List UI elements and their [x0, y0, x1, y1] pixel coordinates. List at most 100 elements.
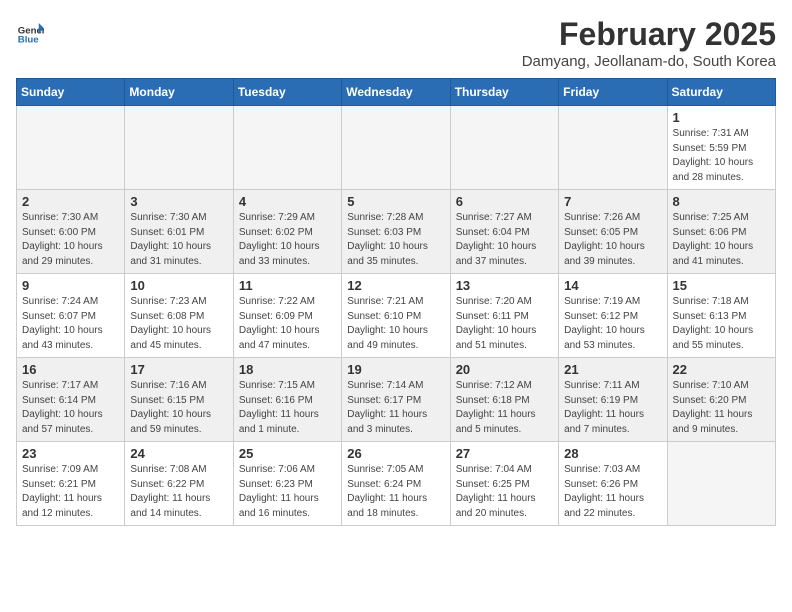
- day-number: 21: [564, 362, 661, 377]
- logo: General Blue: [16, 16, 48, 44]
- calendar-cell: 24 Sunrise: 7:08 AM Sunset: 6:22 PM Dayli…: [125, 442, 233, 526]
- calendar-cell: 23 Sunrise: 7:09 AM Sunset: 6:21 PM Dayli…: [17, 442, 125, 526]
- location: Damyang, Jeollanam-do, South Korea: [522, 53, 776, 70]
- svg-text:Blue: Blue: [18, 34, 39, 44]
- calendar-cell: 17 Sunrise: 7:16 AM Sunset: 6:15 PM Dayli…: [125, 358, 233, 442]
- day-info: Sunrise: 7:29 AM Sunset: 6:02 PM Dayligh…: [239, 211, 336, 269]
- day-number: 1: [673, 110, 770, 125]
- day-number: 2: [22, 194, 119, 209]
- day-number: 25: [239, 446, 336, 461]
- day-info: Sunrise: 7:25 AM Sunset: 6:06 PM Dayligh…: [673, 211, 770, 269]
- day-number: 28: [564, 446, 661, 461]
- day-number: 23: [22, 446, 119, 461]
- calendar-cell: 1 Sunrise: 7:31 AM Sunset: 5:59 PM Daylig…: [667, 106, 775, 190]
- calendar-cell: 25 Sunrise: 7:06 AM Sunset: 6:23 PM Dayli…: [233, 442, 341, 526]
- day-number: 18: [239, 362, 336, 377]
- day-number: 11: [239, 278, 336, 293]
- day-number: 19: [347, 362, 444, 377]
- calendar-cell: 26 Sunrise: 7:05 AM Sunset: 6:24 PM Dayli…: [342, 442, 450, 526]
- calendar-cell: 28Sunrise: 7:03 AM Sunset: 6:26 PM Dayli…: [559, 442, 667, 526]
- day-number: 26: [347, 446, 444, 461]
- calendar-cell: 8 Sunrise: 7:25 AM Sunset: 6:06 PM Daylig…: [667, 190, 775, 274]
- day-info: Sunrise: 7:30 AM Sunset: 6:00 PM Dayligh…: [22, 211, 119, 269]
- calendar-week-row: 2 Sunrise: 7:30 AM Sunset: 6:00 PM Daylig…: [17, 190, 776, 274]
- day-info: Sunrise: 7:20 AM Sunset: 6:11 PM Dayligh…: [456, 295, 553, 353]
- calendar-cell: 13Sunrise: 7:20 AM Sunset: 6:11 PM Dayli…: [450, 274, 558, 358]
- calendar-cell: 10 Sunrise: 7:23 AM Sunset: 6:08 PM Dayli…: [125, 274, 233, 358]
- calendar-cell: 7Sunrise: 7:26 AM Sunset: 6:05 PM Daylig…: [559, 190, 667, 274]
- day-info: Sunrise: 7:05 AM Sunset: 6:24 PM Dayligh…: [347, 463, 444, 521]
- day-number: 9: [22, 278, 119, 293]
- calendar-cell: [233, 106, 341, 190]
- col-header-friday: Friday: [559, 79, 667, 106]
- day-number: 3: [130, 194, 227, 209]
- day-number: 6: [456, 194, 553, 209]
- day-number: 7: [564, 194, 661, 209]
- calendar-cell: 14 Sunrise: 7:19 AM Sunset: 6:12 PM Dayli…: [559, 274, 667, 358]
- day-number: 24: [130, 446, 227, 461]
- day-info: Sunrise: 7:30 AM Sunset: 6:01 PM Dayligh…: [130, 211, 227, 269]
- calendar-cell: [450, 106, 558, 190]
- day-number: 10: [130, 278, 227, 293]
- day-number: 27: [456, 446, 553, 461]
- calendar-cell: [125, 106, 233, 190]
- day-number: 22: [673, 362, 770, 377]
- calendar-cell: 19 Sunrise: 7:14 AM Sunset: 6:17 PM Dayli…: [342, 358, 450, 442]
- day-number: 16: [22, 362, 119, 377]
- calendar-cell: 4 Sunrise: 7:29 AM Sunset: 6:02 PM Daylig…: [233, 190, 341, 274]
- day-number: 14: [564, 278, 661, 293]
- day-number: 8: [673, 194, 770, 209]
- day-info: Sunrise: 7:23 AM Sunset: 6:08 PM Dayligh…: [130, 295, 227, 353]
- day-number: 12: [347, 278, 444, 293]
- day-info: Sunrise: 7:22 AM Sunset: 6:09 PM Dayligh…: [239, 295, 336, 353]
- day-info: Sunrise: 7:31 AM Sunset: 5:59 PM Dayligh…: [673, 127, 770, 185]
- day-number: 20: [456, 362, 553, 377]
- day-info: Sunrise: 7:16 AM Sunset: 6:15 PM Dayligh…: [130, 379, 227, 437]
- calendar-cell: [342, 106, 450, 190]
- calendar-cell: 11 Sunrise: 7:22 AM Sunset: 6:09 PM Dayli…: [233, 274, 341, 358]
- day-number: 4: [239, 194, 336, 209]
- calendar-cell: 12 Sunrise: 7:21 AM Sunset: 6:10 PM Dayli…: [342, 274, 450, 358]
- calendar-week-row: 23 Sunrise: 7:09 AM Sunset: 6:21 PM Dayli…: [17, 442, 776, 526]
- day-info: Sunrise: 7:24 AM Sunset: 6:07 PM Dayligh…: [22, 295, 119, 353]
- day-info: Sunrise: 7:14 AM Sunset: 6:17 PM Dayligh…: [347, 379, 444, 437]
- calendar-cell: 16 Sunrise: 7:17 AM Sunset: 6:14 PM Dayli…: [17, 358, 125, 442]
- day-number: 17: [130, 362, 227, 377]
- day-info: Sunrise: 7:27 AM Sunset: 6:04 PM Dayligh…: [456, 211, 553, 269]
- col-header-tuesday: Tuesday: [233, 79, 341, 106]
- calendar-cell: 6 Sunrise: 7:27 AM Sunset: 6:04 PM Daylig…: [450, 190, 558, 274]
- col-header-thursday: Thursday: [450, 79, 558, 106]
- calendar-cell: 9 Sunrise: 7:24 AM Sunset: 6:07 PM Daylig…: [17, 274, 125, 358]
- day-info: Sunrise: 7:06 AM Sunset: 6:23 PM Dayligh…: [239, 463, 336, 521]
- day-number: 15: [673, 278, 770, 293]
- calendar-week-row: 1 Sunrise: 7:31 AM Sunset: 5:59 PM Daylig…: [17, 106, 776, 190]
- day-info: Sunrise: 7:10 AM Sunset: 6:20 PM Dayligh…: [673, 379, 770, 437]
- logo-icon: General Blue: [16, 16, 44, 44]
- calendar-cell: [559, 106, 667, 190]
- calendar-cell: 15 Sunrise: 7:18 AM Sunset: 6:13 PM Dayli…: [667, 274, 775, 358]
- calendar-cell: 3 Sunrise: 7:30 AM Sunset: 6:01 PM Daylig…: [125, 190, 233, 274]
- calendar-cell: 27 Sunrise: 7:04 AM Sunset: 6:25 PM Dayli…: [450, 442, 558, 526]
- day-info: Sunrise: 7:18 AM Sunset: 6:13 PM Dayligh…: [673, 295, 770, 353]
- day-info: Sunrise: 7:15 AM Sunset: 6:16 PM Dayligh…: [239, 379, 336, 437]
- col-header-sunday: Sunday: [17, 79, 125, 106]
- col-header-saturday: Saturday: [667, 79, 775, 106]
- page-header: General Blue February 2025 Damyang, Jeol…: [16, 16, 776, 70]
- calendar-week-row: 16 Sunrise: 7:17 AM Sunset: 6:14 PM Dayli…: [17, 358, 776, 442]
- calendar-cell: 20 Sunrise: 7:12 AM Sunset: 6:18 PM Dayli…: [450, 358, 558, 442]
- calendar-cell: 18 Sunrise: 7:15 AM Sunset: 6:16 PM Dayli…: [233, 358, 341, 442]
- calendar-cell: 21 Sunrise: 7:11 AM Sunset: 6:19 PM Dayli…: [559, 358, 667, 442]
- calendar-cell: 22 Sunrise: 7:10 AM Sunset: 6:20 PM Dayli…: [667, 358, 775, 442]
- day-info: Sunrise: 7:11 AM Sunset: 6:19 PM Dayligh…: [564, 379, 661, 437]
- day-number: 5: [347, 194, 444, 209]
- day-info: Sunrise: 7:19 AM Sunset: 6:12 PM Dayligh…: [564, 295, 661, 353]
- day-info: Sunrise: 7:09 AM Sunset: 6:21 PM Dayligh…: [22, 463, 119, 521]
- calendar-cell: 2 Sunrise: 7:30 AM Sunset: 6:00 PM Daylig…: [17, 190, 125, 274]
- col-header-wednesday: Wednesday: [342, 79, 450, 106]
- day-info: Sunrise: 7:08 AM Sunset: 6:22 PM Dayligh…: [130, 463, 227, 521]
- day-info: Sunrise: 7:21 AM Sunset: 6:10 PM Dayligh…: [347, 295, 444, 353]
- day-info: Sunrise: 7:17 AM Sunset: 6:14 PM Dayligh…: [22, 379, 119, 437]
- month-title: February 2025: [522, 16, 776, 53]
- day-info: Sunrise: 7:04 AM Sunset: 6:25 PM Dayligh…: [456, 463, 553, 521]
- day-info: Sunrise: 7:12 AM Sunset: 6:18 PM Dayligh…: [456, 379, 553, 437]
